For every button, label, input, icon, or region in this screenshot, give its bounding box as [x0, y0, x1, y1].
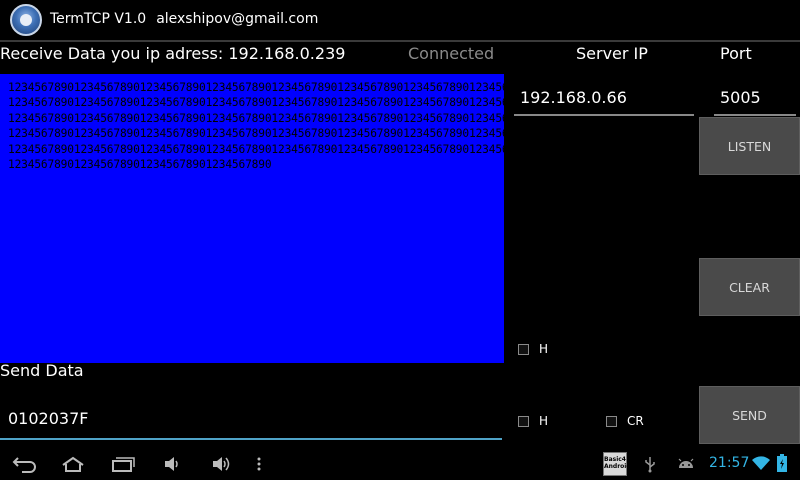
send-data-input[interactable]: 0102037F: [0, 400, 502, 440]
cr-checkbox[interactable]: CR: [606, 414, 644, 428]
send-button[interactable]: SEND: [699, 386, 800, 444]
port-label: Port: [720, 44, 752, 63]
server-ip-value: 192.168.0.66: [520, 88, 627, 107]
battery-icon: [776, 453, 788, 473]
app-icon: [10, 4, 42, 36]
receive-data-label: Receive Data you ip adress: 192.168.0.23…: [0, 44, 346, 63]
b4a-badge: Basic4 Android: [603, 452, 631, 476]
clear-button[interactable]: CLEAR: [699, 258, 800, 316]
usb-icon: [642, 454, 658, 474]
android-debug-icon: [676, 454, 696, 474]
server-ip-input[interactable]: 192.168.0.66: [514, 78, 694, 116]
clock: 21:57: [709, 455, 750, 471]
home-icon[interactable]: [60, 454, 86, 474]
recent-apps-icon[interactable]: [110, 454, 136, 474]
checkbox-box[interactable]: [606, 415, 617, 427]
title-divider: [0, 40, 800, 42]
connection-status: Connected: [408, 44, 495, 63]
send-data-value: 0102037F: [8, 409, 89, 428]
port-input[interactable]: 5005: [714, 78, 796, 116]
hex-receive-label: H: [539, 342, 549, 356]
volume-up-icon[interactable]: [210, 454, 234, 474]
receive-data-text: 1234567890123456789012345678901234567890…: [8, 81, 535, 172]
volume-down-icon[interactable]: [162, 454, 182, 474]
wifi-icon: [751, 453, 771, 473]
app-title: TermTCP V1.0 alexshipov@gmail.com: [50, 11, 318, 27]
hex-send-checkbox[interactable]: H: [518, 414, 548, 428]
author-email: alexshipov@gmail.com: [156, 11, 319, 27]
hex-receive-checkbox[interactable]: H: [518, 342, 548, 356]
receive-data-panel[interactable]: 1234567890123456789012345678901234567890…: [0, 74, 535, 363]
title-bar: TermTCP V1.0 alexshipov@gmail.com: [0, 0, 800, 40]
send-data-label: Send Data: [0, 361, 84, 380]
listen-button[interactable]: LISTEN: [699, 117, 800, 175]
app-name: TermTCP V1.0: [50, 11, 147, 27]
hex-send-label: H: [539, 414, 549, 428]
menu-icon[interactable]: [254, 454, 264, 474]
back-icon[interactable]: [12, 454, 38, 474]
cr-label: CR: [627, 414, 644, 428]
port-value: 5005: [720, 88, 761, 107]
server-ip-label: Server IP: [576, 44, 648, 63]
checkbox-box[interactable]: [518, 343, 529, 355]
checkbox-box[interactable]: [518, 415, 529, 427]
